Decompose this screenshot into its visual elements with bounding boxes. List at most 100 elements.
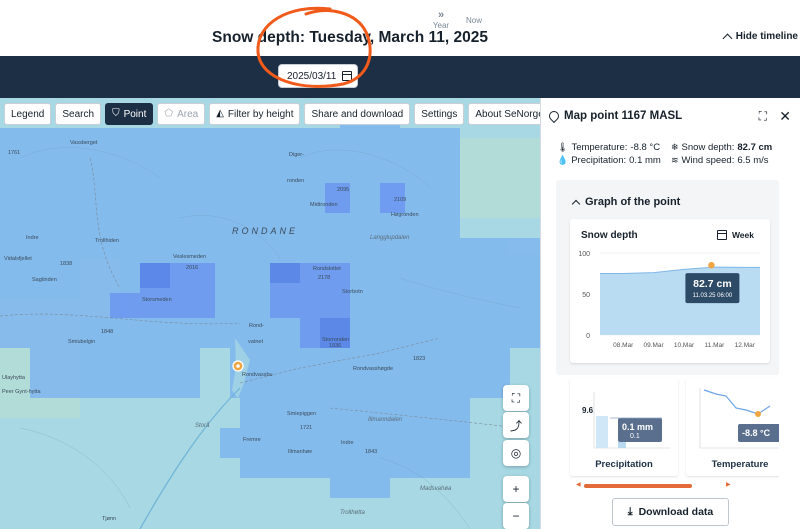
precipitation-mini-card[interactable]: 9.6 0.1 mm 0.1 Precipitation: [570, 378, 678, 476]
place-label: Ulayhytta: [2, 375, 25, 381]
zoom-out-button[interactable]: −: [503, 503, 529, 529]
temperature-value: -8.8 °C: [630, 142, 661, 153]
precip-tooltip-sub: 0.1: [630, 433, 640, 440]
graph-section-toggle[interactable]: Graph of the point: [571, 196, 680, 208]
route-icon: ⤴: [509, 418, 522, 433]
settings-button[interactable]: Settings: [414, 103, 465, 125]
snow-depth-stat: ❄ Snow depth: 82.7 cm: [671, 142, 772, 153]
droplet-icon: 💧: [557, 155, 569, 165]
chevrons-left-icon: ‹‹: [223, 9, 231, 21]
precipitation-label: Precipitation:: [571, 155, 627, 166]
place-label: Storronden: [322, 337, 350, 343]
place-label: Midtronden: [310, 202, 338, 208]
region-label: RONDANE: [232, 226, 299, 236]
chevron-up-icon: [722, 33, 733, 43]
place-label: Langglupdalen: [370, 235, 410, 241]
place-label: Smiubelgin: [68, 339, 96, 345]
elevation-label: 1936: [329, 343, 342, 349]
place-label: Rond-: [249, 323, 264, 329]
highlight-point: [708, 261, 715, 269]
carousel-scrollbar[interactable]: ◀ ▶: [576, 481, 736, 489]
snowflake-icon: ❄: [671, 142, 679, 152]
x-tick-label: 11.Mar: [705, 342, 726, 349]
fullscreen-map-button[interactable]: ⛶: [503, 385, 529, 411]
chevrons-right-icon: ››: [404, 9, 412, 21]
expand-icon[interactable]: ⛶: [759, 109, 767, 124]
point-label: Point: [123, 108, 147, 120]
place-label: Storsmeden: [142, 297, 172, 303]
elevation-label: 1838: [60, 261, 73, 267]
map-view[interactable]: RONDANE Vassberget 1761 Indre Vidalsfjel…: [0, 98, 540, 529]
hide-timeline-label: Hide timeline: [735, 31, 798, 42]
next-year-button[interactable]: » Year: [426, 9, 456, 31]
filter-height-button[interactable]: ◭ Filter by height: [209, 103, 301, 125]
polygon-icon: ⬠: [164, 108, 174, 119]
temperature-mini-card[interactable]: -8.8 °C Temperature: [686, 378, 779, 476]
map-pin-icon: [546, 108, 562, 124]
elevation-label: 2016: [186, 265, 199, 271]
place-label: Storå: [195, 423, 210, 429]
plus-icon: +: [512, 482, 520, 496]
tooltip-time: 11.03.25 06:00: [693, 293, 733, 299]
area-button[interactable]: ⬠ Area: [157, 103, 206, 125]
prev-year-label: Year: [185, 21, 203, 30]
precip-axis-value: 9.6: [582, 406, 594, 415]
scroll-thumb[interactable]: [584, 484, 692, 488]
x-tick-label: 10.Mar: [674, 342, 695, 349]
panel-header: Map point 1167 MASL ⛶ ✕: [546, 106, 797, 126]
area-label: Area: [177, 108, 199, 120]
x-tick-label: 12.Mar: [735, 342, 756, 349]
locate-button[interactable]: ◎: [503, 440, 529, 466]
annotation-circle: [256, 6, 372, 88]
place-label: Tjønn: [102, 516, 117, 522]
timeline-bar: [0, 56, 800, 98]
scroll-left-icon[interactable]: ◀: [576, 481, 581, 488]
minus-icon: −: [512, 509, 520, 523]
now-label: Now: [465, 16, 482, 25]
fullscreen-icon: ⛶: [511, 390, 521, 405]
prev-year-button[interactable]: « Year: [179, 9, 209, 31]
elevation-label: 2178: [318, 275, 331, 281]
crosshair-icon: ◎: [510, 446, 522, 460]
prev-week-label: Week: [216, 21, 238, 30]
place-label: Høgronden: [391, 212, 419, 218]
now-button[interactable]: Now: [459, 16, 489, 26]
place-label: Veslesmeden: [173, 254, 207, 260]
temp-tooltip-value: -8.8 °C: [742, 428, 771, 438]
wind-stat: ≋ Wind speed: 6.5 m/s: [671, 155, 769, 166]
place-label: Peer Gynt-hytta: [2, 389, 41, 395]
mini-chart-carousel[interactable]: 9.6 0.1 mm 0.1 Precipitation -8.8 °C Tem…: [556, 370, 779, 482]
hide-timeline-button[interactable]: Hide timeline: [722, 31, 798, 43]
snow-depth-label: Snow depth:: [681, 142, 735, 153]
y-tick-label: 100: [578, 251, 590, 258]
share-label: Share and download: [311, 108, 404, 120]
legend-button[interactable]: Legend: [4, 103, 52, 125]
scroll-right-icon[interactable]: ▶: [726, 481, 731, 488]
download-data-button[interactable]: ⤓ Download data: [612, 498, 729, 526]
map-toolbar: Legend Search ⛉ Point ⬠ Area ◭ Filter by…: [4, 103, 551, 125]
place-label: Vidalsfjellet: [4, 256, 32, 262]
point-button[interactable]: ⛉ Point: [105, 103, 154, 125]
place-label: Illmanndalen: [368, 417, 403, 423]
elevation-label: 2109: [394, 197, 407, 203]
search-button[interactable]: Search: [55, 103, 102, 125]
prev-week-button[interactable]: ‹‹ Week: [212, 9, 242, 31]
chevron-up-icon: [571, 199, 581, 208]
zoom-in-button[interactable]: +: [503, 476, 529, 502]
place-label: Indre: [26, 235, 39, 241]
wind-label: Wind speed:: [681, 155, 735, 166]
next-week-button[interactable]: ›› Week: [393, 9, 423, 31]
download-label: Download data: [638, 506, 714, 518]
legend-label: Legend: [11, 108, 45, 120]
share-download-button[interactable]: Share and download: [304, 103, 411, 125]
measure-button[interactable]: ⤴: [503, 412, 529, 438]
temperature-stat: 🌡 Temperature: -8.8 °C: [557, 142, 660, 153]
about-button[interactable]: About SeNorge: [468, 103, 551, 125]
shield-check-icon: ⛉: [112, 108, 120, 119]
double-chevron-left-icon: «: [190, 9, 198, 21]
precip-tooltip-value: 0.1 mm: [622, 422, 654, 432]
elevation-label: 1823: [413, 356, 426, 362]
place-label: Storbotn: [342, 289, 363, 295]
elevation-label: 1721: [300, 425, 313, 431]
close-icon[interactable]: ✕: [779, 108, 791, 125]
